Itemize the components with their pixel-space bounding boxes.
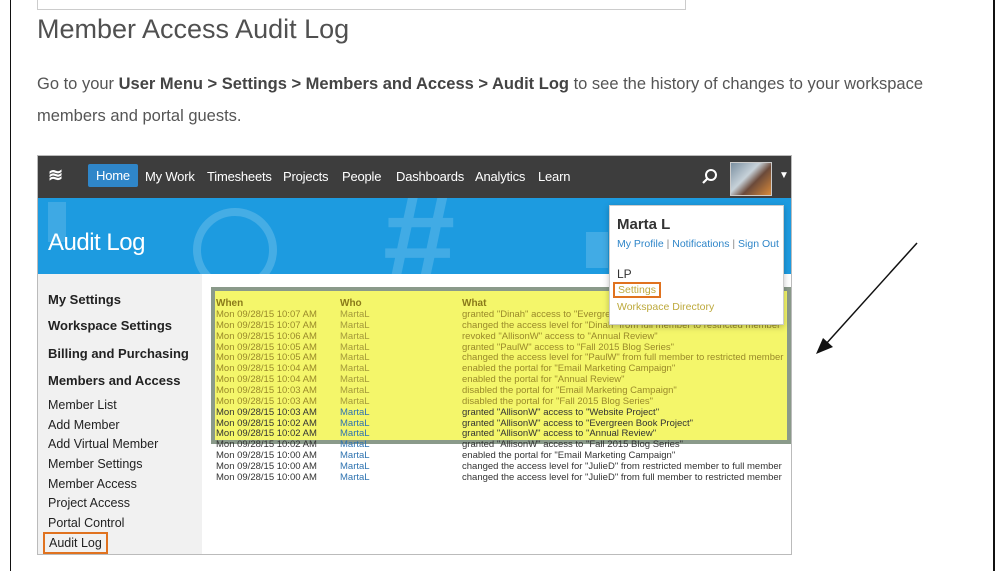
cell-who[interactable]: MartaL — [340, 450, 370, 461]
banner-decoration — [586, 232, 608, 268]
notifications-link[interactable]: Notifications — [672, 238, 729, 250]
cell-who[interactable]: MartaL — [340, 385, 370, 396]
sidebar-item-portal-control[interactable]: Portal Control — [48, 516, 124, 530]
chevron-down-icon[interactable]: ▼ — [779, 170, 789, 181]
cell-when: Mon 09/28/15 10:00 AM — [216, 450, 317, 462]
cell-when: Mon 09/28/15 10:04 AM — [216, 374, 317, 386]
cell-when: Mon 09/28/15 10:00 AM — [216, 471, 317, 483]
cell-who[interactable]: MartaL — [340, 418, 370, 429]
nav-home[interactable]: Home — [88, 164, 138, 187]
nav-projects[interactable]: Projects — [283, 169, 329, 184]
cell-who[interactable]: MartaL — [340, 439, 370, 450]
cell-who[interactable]: MartaL — [340, 352, 370, 363]
cell-when: Mon 09/28/15 10:04 AM — [216, 363, 317, 375]
cell-when: Mon 09/28/15 10:06 AM — [216, 330, 317, 342]
cell-when: Mon 09/28/15 10:07 AM — [216, 319, 317, 331]
cell-when: Mon 09/28/15 10:03 AM — [216, 384, 317, 396]
cell-what: enabled the portal for "Annual Review" — [462, 374, 625, 386]
intro-prefix: Go to your — [37, 75, 119, 93]
cell-when: Mon 09/28/15 10:00 AM — [216, 460, 317, 472]
top-nav-bar: ≋ Home My Work Timesheets Projects Peopl… — [38, 156, 791, 198]
user-menu-links: My Profile | Notifications | Sign Out — [617, 238, 779, 250]
my-profile-link[interactable]: My Profile — [617, 238, 664, 250]
sidebar-item-member-list[interactable]: Member List — [48, 398, 117, 412]
cell-what: granted "AllisonW" access to "Evergreen … — [462, 417, 694, 429]
doc-title: Member Access Audit Log — [37, 14, 350, 44]
page-frame-left — [10, 0, 11, 571]
cell-what: granted "AllisonW" access to "Annual Rev… — [462, 428, 657, 440]
user-menu-dropdown: Marta L My Profile | Notifications | Sig… — [609, 205, 784, 325]
hash-decoration: # — [383, 198, 456, 274]
cell-what: changed the access level for "JulieD" fr… — [462, 460, 782, 472]
sidebar-item-my-settings[interactable]: My Settings — [48, 292, 121, 307]
cell-what: changed the access level for "JulieD" fr… — [462, 471, 782, 483]
nav-learn[interactable]: Learn — [538, 169, 570, 184]
sidebar-item-add-virtual-member[interactable]: Add Virtual Member — [48, 437, 158, 451]
cell-who[interactable]: MartaL — [340, 428, 370, 439]
workspace-label: LP — [617, 267, 632, 281]
cell-what: granted "AllisonW" access to "Website Pr… — [462, 406, 660, 418]
sidebar-item-add-member[interactable]: Add Member — [48, 418, 120, 432]
cell-who[interactable]: MartaL — [340, 309, 370, 320]
cell-what: changed the access level for "PaulW" fro… — [462, 352, 784, 364]
cell-what: granted "Dinah" access to "Evergreen — [462, 309, 622, 320]
settings-menu-item[interactable]: Settings — [613, 282, 661, 298]
page-title: Audit Log — [48, 229, 145, 256]
sidebar-item-project-access[interactable]: Project Access — [48, 496, 130, 510]
nav-timesheets[interactable]: Timesheets — [207, 169, 272, 184]
cell-who[interactable]: MartaL — [340, 396, 370, 407]
cell-what: What — [462, 298, 487, 309]
cell-when: Mon 09/28/15 10:02 AM — [216, 439, 317, 451]
cell-what: disabled the portal for "Email Marketing… — [462, 384, 677, 396]
cell-when: Mon 09/28/15 10:03 AM — [216, 406, 317, 418]
cell-who[interactable]: Who — [340, 298, 362, 309]
nav-people[interactable]: People — [342, 169, 381, 184]
sidebar-item-member-settings[interactable]: Member Settings — [48, 457, 142, 471]
sidebar-item-billing[interactable]: Billing and Purchasing — [48, 346, 189, 361]
sidebar-item-members-access[interactable]: Members and Access — [48, 373, 180, 388]
sidebar-item-audit-log[interactable]: Audit Log — [43, 532, 108, 554]
cell-when: Mon 09/28/15 10:02 AM — [216, 428, 317, 440]
settings-sidebar: My Settings Workspace Settings Billing a… — [38, 274, 202, 554]
cell-who[interactable]: MartaL — [340, 342, 370, 353]
previous-block-edge — [37, 0, 686, 10]
cell-who[interactable]: MartaL — [340, 472, 370, 483]
cell-when: When — [216, 298, 244, 309]
cell-who[interactable]: MartaL — [340, 374, 370, 385]
search-icon[interactable] — [701, 168, 719, 186]
cell-what: enabled the portal for "Email Marketing … — [462, 363, 676, 375]
sidebar-item-member-access[interactable]: Member Access — [48, 477, 137, 491]
sign-out-link[interactable]: Sign Out — [738, 238, 779, 250]
cell-who[interactable]: MartaL — [340, 320, 370, 331]
cell-what: granted "AllisonW" access to "Fall 2015 … — [462, 439, 684, 451]
cell-what: revoked "AllisonW" access to "Annual Rev… — [462, 330, 658, 342]
user-avatar[interactable] — [730, 162, 772, 196]
cell-who[interactable]: MartaL — [340, 363, 370, 374]
cell-who[interactable]: MartaL — [340, 461, 370, 472]
user-name: Marta L — [617, 216, 671, 233]
cell-when: Mon 09/28/15 10:02 AM — [216, 417, 317, 429]
workspace-directory-link[interactable]: Workspace Directory — [617, 301, 714, 313]
cell-who[interactable]: MartaL — [340, 407, 370, 418]
cell-when: Mon 09/28/15 10:07 AM — [216, 309, 317, 320]
cell-who[interactable]: MartaL — [340, 331, 370, 342]
nav-my-work[interactable]: My Work — [145, 169, 195, 184]
cell-when: Mon 09/28/15 10:03 AM — [216, 395, 317, 407]
clock-decoration — [193, 208, 277, 274]
nav-dashboards[interactable]: Dashboards — [396, 169, 464, 184]
doc-intro: Go to your User Menu > Settings > Member… — [37, 68, 993, 132]
cell-what: enabled the portal for "Email Marketing … — [462, 450, 676, 462]
cell-what: disabled the portal for "Fall 2015 Blog … — [462, 395, 654, 407]
cell-when: Mon 09/28/15 10:05 AM — [216, 352, 317, 364]
logo-icon[interactable]: ≋ — [48, 165, 63, 186]
sidebar-item-workspace-settings[interactable]: Workspace Settings — [48, 318, 172, 333]
intro-menu-path: User Menu > Settings > Members and Acces… — [118, 75, 569, 93]
cell-what: granted "PaulW" access to "Fall 2015 Blo… — [462, 341, 675, 353]
cell-when: Mon 09/28/15 10:05 AM — [216, 341, 317, 353]
nav-analytics[interactable]: Analytics — [475, 169, 525, 184]
